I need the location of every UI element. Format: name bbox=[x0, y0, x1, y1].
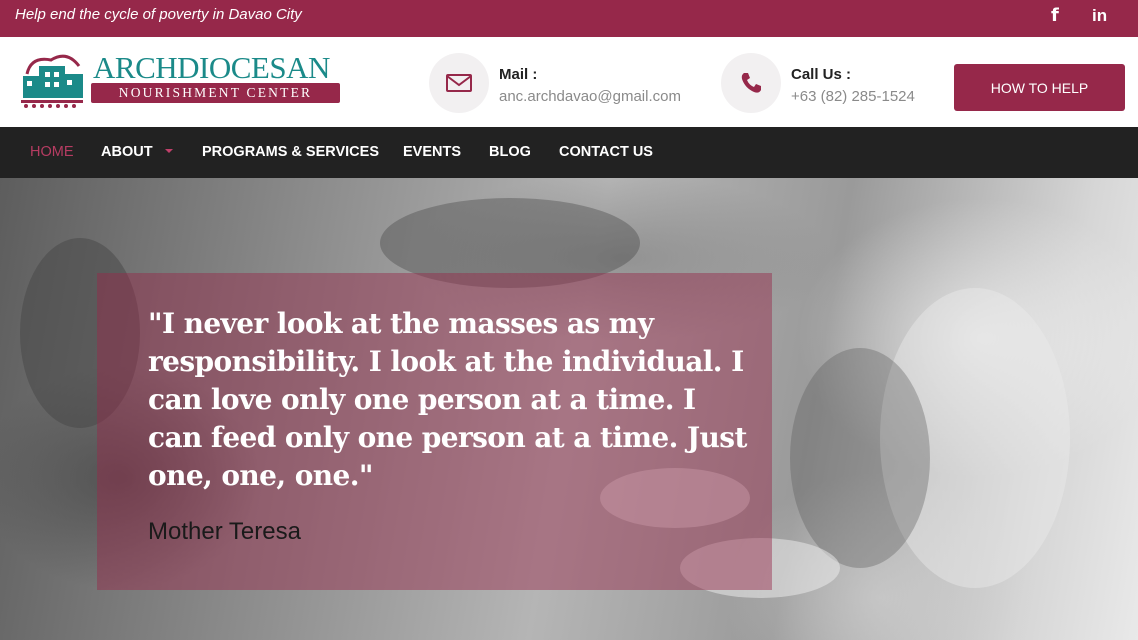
main-nav: HOME ABOUT PROGRAMS & SERVICES EVENTS BL… bbox=[0, 127, 1138, 178]
phone-icon-circle bbox=[721, 53, 781, 113]
mail-icon-circle bbox=[429, 53, 489, 113]
nav-contact-us[interactable]: CONTACT US bbox=[559, 144, 653, 160]
tagline: Help end the cycle of poverty in Davao C… bbox=[15, 6, 302, 23]
nav-events[interactable]: EVENTS bbox=[403, 144, 461, 160]
hero-banner: "I never look at the masses as my respon… bbox=[0, 178, 1138, 640]
logo-subtitle: NOURISHMENT CENTER bbox=[91, 83, 340, 103]
mail-label: Mail : bbox=[499, 66, 538, 83]
site-logo[interactable]: ARCHDIOCESAN NOURISHMENT CENTER bbox=[17, 52, 347, 110]
linkedin-icon[interactable]: in bbox=[1092, 6, 1107, 26]
phone-number[interactable]: +63 (82) 285-1524 bbox=[791, 88, 915, 105]
nav-about[interactable]: ABOUT bbox=[101, 144, 153, 160]
nav-programs-services[interactable]: PROGRAMS & SERVICES bbox=[202, 144, 379, 160]
top-bar: Help end the cycle of poverty in Davao C… bbox=[0, 0, 1138, 37]
hero-photo-shape bbox=[790, 348, 930, 568]
facebook-icon[interactable]: f bbox=[1051, 5, 1059, 26]
chevron-down-icon bbox=[165, 149, 173, 153]
mail-address[interactable]: anc.archdavao@gmail.com bbox=[499, 88, 681, 105]
quote-author: Mother Teresa bbox=[148, 518, 301, 545]
site-header: ARCHDIOCESAN NOURISHMENT CENTER Mail : a… bbox=[0, 37, 1138, 127]
nav-blog[interactable]: BLOG bbox=[489, 144, 531, 160]
quote-box: "I never look at the masses as my respon… bbox=[97, 273, 772, 590]
hero-quote: "I never look at the masses as my respon… bbox=[148, 307, 747, 492]
nav-home[interactable]: HOME bbox=[30, 144, 74, 160]
envelope-icon bbox=[446, 74, 472, 92]
logo-houses-icon bbox=[21, 54, 83, 108]
phone-label: Call Us : bbox=[791, 66, 852, 83]
how-to-help-button[interactable]: HOW TO HELP bbox=[954, 64, 1125, 111]
logo-title: ARCHDIOCESAN bbox=[93, 50, 330, 85]
phone-icon bbox=[741, 73, 761, 93]
